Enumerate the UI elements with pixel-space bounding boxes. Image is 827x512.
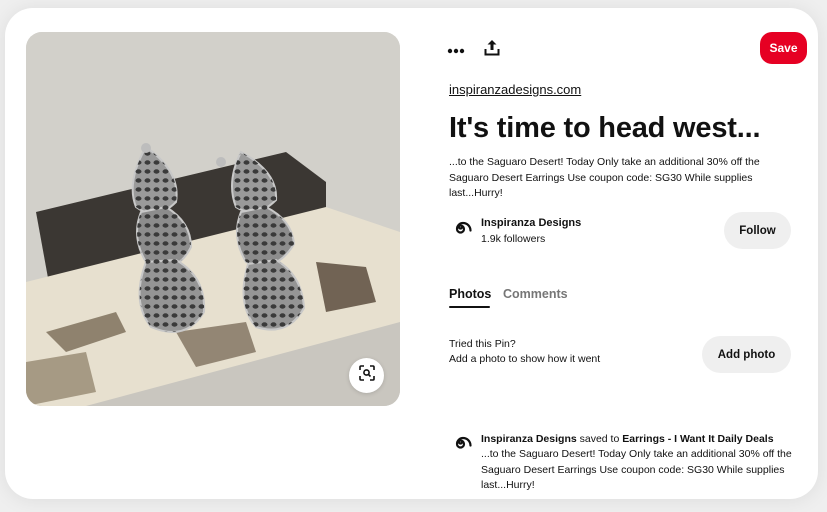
- visual-search-icon: [358, 365, 375, 386]
- activity-avatar[interactable]: [449, 431, 475, 457]
- activity-user[interactable]: Inspiranza Designs: [481, 433, 577, 445]
- creator-followers: 1.9k followers: [481, 233, 546, 245]
- creator-name[interactable]: Inspiranza Designs: [481, 217, 581, 229]
- follow-button[interactable]: Follow: [724, 212, 791, 249]
- activity-text: ...to the Saguaro Desert! Today Only tak…: [481, 448, 792, 491]
- share-button[interactable]: [478, 36, 506, 64]
- pin-card: Save inspiranzadesigns.com It's time to …: [5, 8, 818, 499]
- activity-board[interactable]: Earrings - I Want It Daily Deals: [622, 433, 773, 445]
- visual-search-button[interactable]: [349, 358, 384, 393]
- more-options-button[interactable]: [442, 36, 470, 64]
- tab-photos[interactable]: Photos: [449, 287, 491, 301]
- more-horizontal-icon: [447, 41, 465, 59]
- save-button[interactable]: Save: [760, 32, 807, 64]
- share-upload-icon: [484, 39, 500, 61]
- pin-title: It's time to head west...: [449, 112, 761, 144]
- tried-prompt: Tried this Pin?: [449, 338, 516, 350]
- source-link[interactable]: inspiranzadesigns.com: [449, 82, 581, 97]
- spiral-logo-icon: [452, 216, 472, 243]
- activity-verb: saved to: [579, 433, 620, 445]
- pin-description: ...to the Saguaro Desert! Today Only tak…: [449, 156, 760, 199]
- active-tab-indicator: [449, 306, 490, 308]
- activity-header: Inspiranza Designs saved to Earrings - I…: [481, 433, 774, 445]
- spiral-logo-icon: [452, 431, 472, 458]
- tab-comments[interactable]: Comments: [503, 287, 568, 301]
- creator-avatar[interactable]: [449, 216, 475, 242]
- tried-subtext: Add a photo to show how it went: [449, 353, 601, 365]
- add-photo-button[interactable]: Add photo: [702, 336, 791, 373]
- pin-image[interactable]: [26, 32, 400, 406]
